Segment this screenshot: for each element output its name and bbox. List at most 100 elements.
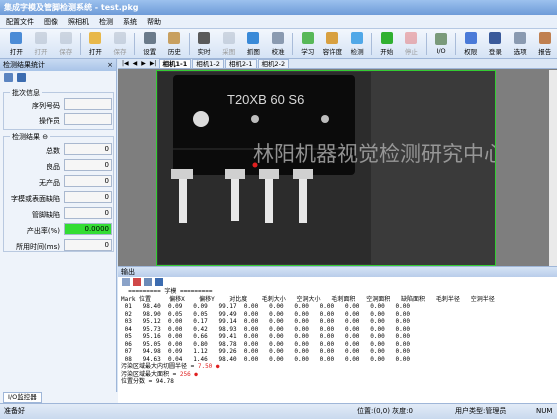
toolbar-button-9[interactable]: 抓图 bbox=[241, 30, 266, 58]
print-icon[interactable] bbox=[4, 73, 13, 82]
toolbar-button-4[interactable]: 保存 bbox=[108, 30, 133, 58]
clear-icon[interactable] bbox=[122, 278, 130, 286]
toolbar-button-2[interactable]: 保存 bbox=[53, 30, 78, 58]
field-value[interactable]: 0 bbox=[64, 191, 112, 203]
output-panel: 输出 ========= 字模 ========= Mark 位置 偏移X 偏移Y… bbox=[118, 266, 557, 403]
toolbar-button-14[interactable]: 开始 bbox=[374, 30, 399, 58]
camera-tab[interactable]: 相机2-2 bbox=[257, 59, 290, 68]
toolbar-label: 打开 bbox=[9, 47, 23, 56]
toolbar-icon bbox=[168, 31, 181, 44]
output-line: 02 98.90 0.05 0.05 99.49 0.00 0.00 0.00 … bbox=[121, 310, 421, 318]
toolbar-icon bbox=[464, 31, 477, 44]
toolbar-button-10[interactable]: 校准 bbox=[266, 30, 291, 58]
delete-icon[interactable] bbox=[133, 278, 141, 286]
first-tab-icon[interactable]: |◀ bbox=[120, 59, 131, 68]
copy-icon[interactable] bbox=[144, 278, 152, 286]
group-title: 批次信息 bbox=[10, 88, 42, 98]
field-value[interactable]: 0 bbox=[64, 175, 112, 187]
toolbar-button-1[interactable]: 打开 bbox=[29, 30, 54, 58]
next-tab-icon[interactable]: ▶ bbox=[139, 59, 148, 68]
field-value[interactable]: 0 bbox=[64, 239, 112, 251]
camera-tab[interactable]: 相机2-1 bbox=[224, 59, 257, 68]
camera-tab[interactable]: 相机1-1 bbox=[158, 59, 192, 68]
toolbar-separator bbox=[292, 32, 294, 55]
field-value[interactable]: 0 bbox=[64, 143, 112, 155]
menu-item-图像[interactable]: 图像 bbox=[44, 15, 58, 28]
menu-item-照相机[interactable]: 照相机 bbox=[68, 15, 89, 28]
field-row: 良品 0 bbox=[4, 159, 115, 172]
field-value[interactable] bbox=[64, 98, 112, 110]
field-row: 操作员 bbox=[4, 113, 115, 126]
toolbar-button-0[interactable]: 打开 bbox=[4, 30, 29, 58]
toolbar-label: 权限 bbox=[464, 47, 478, 56]
field-value[interactable]: 0 bbox=[64, 159, 112, 171]
window-title: 集成字模及管脚检测系统 - test.pkg bbox=[4, 3, 139, 12]
toolbar-button-18[interactable]: 登录 bbox=[483, 30, 508, 58]
field-label: 字模或表面缺陷 bbox=[11, 195, 60, 203]
toolbar-label: 采图 bbox=[222, 47, 236, 56]
vertical-scrollbar[interactable] bbox=[549, 70, 557, 266]
toolbar-label: 停止 bbox=[404, 47, 418, 56]
toolbar-button-8[interactable]: 采图 bbox=[216, 30, 241, 58]
output-toolbar bbox=[118, 277, 557, 287]
toolbar-icon bbox=[435, 32, 448, 45]
result-group: 检测结果 ⊖ 总数 0 良品 0 无产品 0 字模或表面缺陷 0 管脚缺陷 0 产出率(%) 0.00… bbox=[3, 132, 115, 252]
toolbar-button-6[interactable]: 历史 bbox=[162, 30, 187, 58]
toolbar-button-13[interactable]: 检测 bbox=[345, 30, 370, 58]
menu-item-检测[interactable]: 检测 bbox=[99, 15, 113, 28]
last-tab-icon[interactable]: ▶| bbox=[148, 59, 159, 68]
field-row: 序列号码 bbox=[4, 98, 115, 111]
camera-image[interactable]: T20XB 60 S6 林阳机器视觉检测研究中心 bbox=[156, 70, 505, 266]
note-label: 污染区域最大面积 = bbox=[121, 370, 180, 378]
menu-item-系统[interactable]: 系统 bbox=[123, 15, 137, 28]
close-icon[interactable]: × bbox=[107, 59, 113, 71]
status-position: 位置:(0,0) 灰度:0 bbox=[357, 407, 413, 415]
component-image: T20XB 60 S6 林阳机器视觉检测研究中心 bbox=[156, 70, 505, 266]
field-row: 字模或表面缺陷 0 bbox=[4, 191, 115, 204]
panel-toolbar bbox=[0, 71, 116, 84]
field-row: 所用时间(ms) 0 bbox=[4, 239, 115, 252]
output-line: ========= 字模 ========= bbox=[121, 288, 213, 295]
toolbar-button-15[interactable]: 停止 bbox=[399, 30, 424, 58]
field-value[interactable]: 0.0000 bbox=[64, 223, 112, 235]
toolbar-button-5[interactable]: 设置 bbox=[137, 30, 162, 58]
io-monitor-tab[interactable]: I/O监控器 bbox=[3, 392, 42, 403]
toolbar-button-3[interactable]: 打开 bbox=[83, 30, 108, 58]
output-note: 污染区域最大内切圆半径 = 7.50 ● bbox=[121, 363, 506, 371]
image-view: |◀ ◀ ▶ ▶| 相机1-1 相机1-2 相机2-1 相机2-2 T20XB 60 … bbox=[118, 59, 557, 266]
toolbar-separator bbox=[188, 32, 190, 55]
toolbar-button-11[interactable]: 学习 bbox=[295, 30, 320, 58]
note-label: 污染区域最大内切圆半径 = bbox=[121, 363, 198, 370]
toolbar-label: 检测 bbox=[350, 47, 364, 56]
save-icon[interactable] bbox=[155, 278, 163, 286]
toolbar-button-7[interactable]: 实时 bbox=[192, 30, 217, 58]
part-marking: T20XB 60 S6 bbox=[227, 92, 304, 107]
toolbar-label: 打开 bbox=[88, 47, 102, 56]
menu-item-配置文件[interactable]: 配置文件 bbox=[6, 15, 34, 28]
toolbar: 打开 打开 保存 打开 保存 设置 历史 实时 采图 抓图 校准 学习 容许度 检测 开始 停止 I/O 权限 登录… bbox=[0, 29, 557, 59]
toolbar-label: 登录 bbox=[488, 47, 502, 56]
field-value[interactable]: 0 bbox=[64, 207, 112, 219]
output-note: 污染区域最大面积 = 256 ● bbox=[121, 371, 506, 379]
field-row: 产出率(%) 0.0000 bbox=[4, 223, 115, 236]
toolbar-button-12[interactable]: 容许度 bbox=[320, 30, 345, 58]
field-label: 所用时间(ms) bbox=[16, 243, 60, 251]
save-icon[interactable] bbox=[17, 73, 26, 82]
menu-item-帮助[interactable]: 帮助 bbox=[147, 15, 161, 28]
toolbar-button-16[interactable]: I/O bbox=[429, 30, 454, 58]
camera-tab[interactable]: 相机1-2 bbox=[192, 59, 224, 68]
toolbar-icon bbox=[326, 31, 339, 44]
watermark: 林阳机器视觉检测研究中心 bbox=[253, 142, 495, 166]
toolbar-label: 容许度 bbox=[322, 47, 343, 56]
toolbar-icon bbox=[380, 31, 393, 44]
toolbar-button-17[interactable]: 权限 bbox=[458, 30, 483, 58]
toolbar-button-20[interactable]: 报告 bbox=[532, 30, 557, 58]
collapse-icon[interactable]: ⊖ bbox=[42, 133, 48, 141]
field-value[interactable] bbox=[64, 113, 112, 125]
prev-tab-icon[interactable]: ◀ bbox=[131, 59, 140, 68]
output-title: 输出 bbox=[118, 267, 557, 277]
field-label: 无产品 bbox=[39, 179, 60, 187]
output-line: 05 95.16 0.00 0.66 99.41 0.00 0.00 0.00 … bbox=[121, 333, 421, 340]
toolbar-icon bbox=[301, 31, 314, 44]
toolbar-button-19[interactable]: 选项 bbox=[508, 30, 533, 58]
